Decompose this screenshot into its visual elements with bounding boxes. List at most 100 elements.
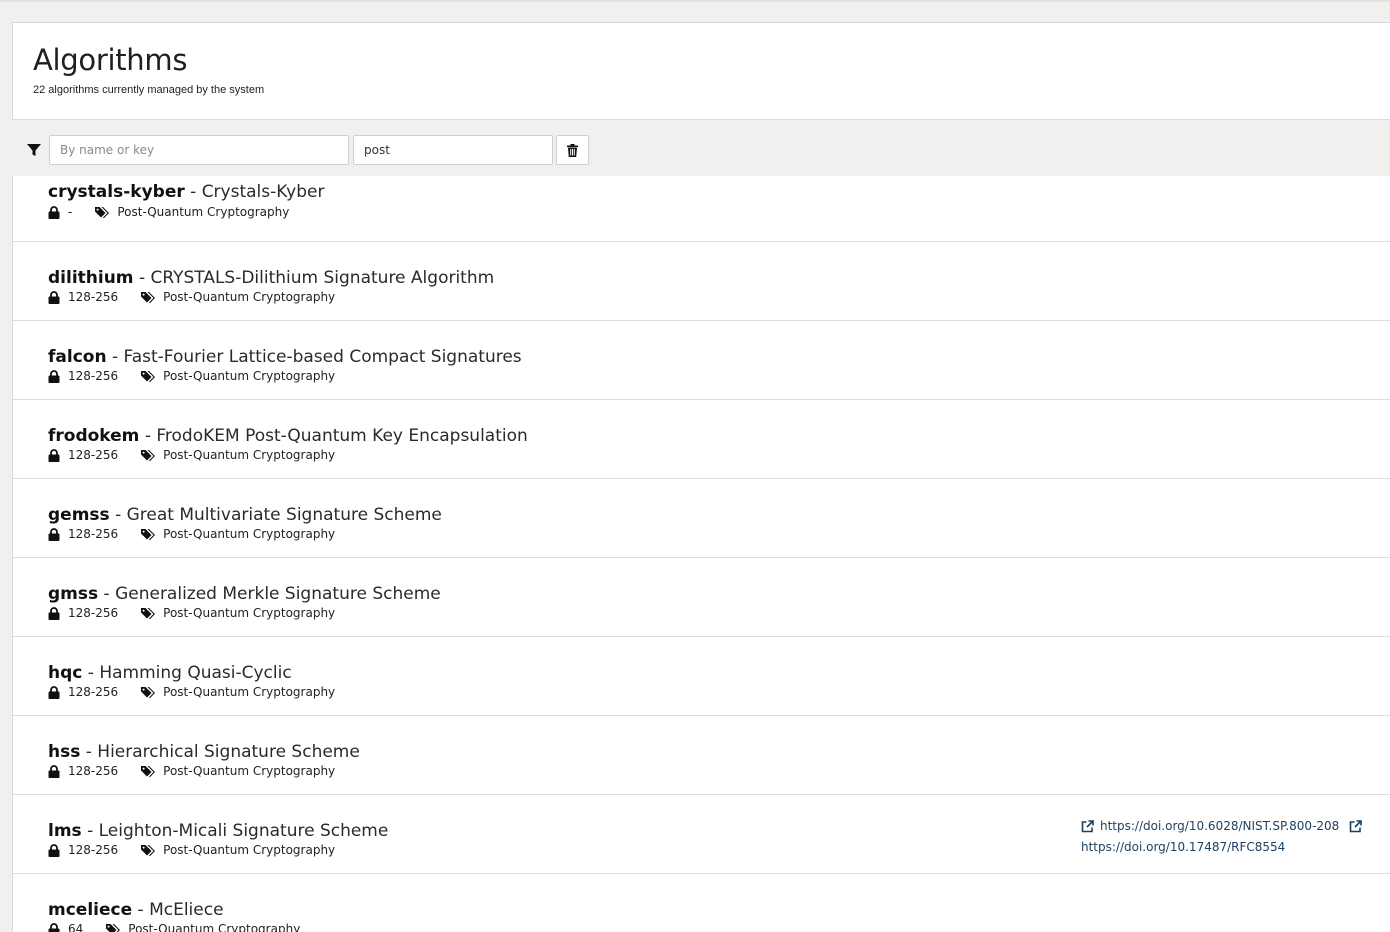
reference-link-text: https://doi.org/10.6028/NIST.SP.800-208 bbox=[1100, 819, 1340, 833]
title-separator: - bbox=[87, 663, 94, 683]
clear-filter-button[interactable] bbox=[556, 135, 589, 165]
algorithm-title: lms - Leighton-Micali Signature Scheme bbox=[48, 821, 388, 841]
algorithm-tags: Post-Quantum Cryptography bbox=[163, 369, 336, 383]
security-strength: 128-256 bbox=[68, 527, 119, 541]
filter-icon bbox=[27, 144, 41, 156]
algorithm-name: FrodoKEM Post-Quantum Key Encapsulation bbox=[156, 426, 528, 446]
title-separator: - bbox=[87, 821, 94, 841]
algorithm-meta: 128-256 Post-Quantum Cryptography bbox=[48, 448, 335, 462]
algorithm-key[interactable]: frodokem bbox=[48, 426, 139, 446]
algorithm-key[interactable]: gemss bbox=[48, 505, 110, 525]
algorithm-key[interactable]: hss bbox=[48, 742, 80, 762]
title-separator: - bbox=[111, 347, 119, 367]
algorithm-title: crystals-kyber - Crystals-Kyber bbox=[48, 182, 324, 202]
lock-icon bbox=[48, 448, 60, 462]
reference-link[interactable]: https://doi.org/10.6028/NIST.SP.800-208 bbox=[1081, 817, 1339, 835]
lock-icon bbox=[48, 527, 60, 541]
algorithm-list: crystals-kyber - Crystals-Kyber - Post-Qua… bbox=[12, 176, 1390, 932]
algorithm-name: CRYSTALS-Dilithium Signature Algorithm bbox=[150, 268, 495, 288]
reference-link[interactable]: https://doi.org/10.17487/RFC8554 bbox=[1081, 838, 1285, 856]
algorithm-row[interactable]: lms - Leighton-Micali Signature Scheme 12… bbox=[13, 795, 1390, 874]
algorithm-key[interactable]: falcon bbox=[48, 347, 107, 367]
lock-icon bbox=[48, 922, 60, 932]
algorithm-title: hqc - Hamming Quasi-Cyclic bbox=[48, 663, 292, 683]
tags-icon bbox=[141, 686, 156, 698]
security-strength: 128-256 bbox=[68, 290, 119, 304]
algorithm-row[interactable]: dilithium - CRYSTALS-Dilithium Signature… bbox=[13, 242, 1390, 321]
title-separator: - bbox=[144, 426, 151, 446]
security-strength: - bbox=[68, 205, 73, 219]
algorithm-title: dilithium - CRYSTALS-Dilithium Signature… bbox=[48, 268, 494, 288]
reference-link-text: https://doi.org/10.17487/RFC8554 bbox=[1081, 839, 1286, 854]
algorithm-row[interactable]: crystals-kyber - Crystals-Kyber - Post-Qua… bbox=[13, 176, 1390, 242]
security-strength: 128-256 bbox=[68, 369, 119, 383]
algorithm-meta: 128-256 Post-Quantum Cryptography bbox=[48, 685, 335, 699]
algorithm-name: McEliece bbox=[149, 900, 224, 920]
tags-icon bbox=[141, 370, 156, 382]
algorithm-title: falcon - Fast-Fourier Lattice-based Comp… bbox=[48, 347, 522, 367]
security-strength: 128-256 bbox=[68, 685, 119, 699]
lock-icon bbox=[48, 606, 60, 620]
algorithm-tags: Post-Quantum Cryptography bbox=[163, 843, 336, 857]
algorithm-title: mceliece - McEliece bbox=[48, 900, 224, 920]
algorithm-meta: 128-256 Post-Quantum Cryptography bbox=[48, 606, 335, 620]
title-separator: - bbox=[103, 584, 110, 604]
algorithm-meta: 128-256 Post-Quantum Cryptography bbox=[48, 527, 335, 541]
tags-icon bbox=[106, 923, 121, 932]
title-separator: - bbox=[85, 742, 92, 762]
algorithm-title: gemss - Great Multivariate Signature Sch… bbox=[48, 505, 442, 525]
algorithm-tags: Post-Quantum Cryptography bbox=[163, 527, 336, 541]
title-separator: - bbox=[115, 505, 122, 525]
algorithm-key[interactable]: crystals-kyber bbox=[48, 182, 185, 202]
algorithm-name: Hamming Quasi-Cyclic bbox=[99, 663, 292, 683]
reference-links: https://doi.org/10.6028/NIST.SP.800-208 … bbox=[1081, 817, 1362, 856]
algorithm-row[interactable]: frodokem - FrodoKEM Post-Quantum Key Enc… bbox=[13, 400, 1390, 479]
algorithm-row[interactable]: mceliece - McEliece 64 Post-Quantum Crypto… bbox=[13, 874, 1390, 932]
algorithm-name: Leighton-Micali Signature Scheme bbox=[98, 821, 389, 841]
page-header: Algorithms 22 algorithms currently manag… bbox=[12, 22, 1390, 120]
algorithm-name: Fast-Fourier Lattice-based Compact Signa… bbox=[123, 347, 522, 367]
tags-icon bbox=[141, 528, 156, 540]
algorithm-name: Crystals-Kyber bbox=[201, 182, 325, 202]
security-strength: 128-256 bbox=[68, 843, 119, 857]
tags-icon bbox=[141, 291, 156, 303]
algorithm-meta: 128-256 Post-Quantum Cryptography bbox=[48, 369, 335, 383]
lock-icon bbox=[48, 764, 60, 778]
algorithm-tags: Post-Quantum Cryptography bbox=[163, 685, 336, 699]
tag-filter-input[interactable] bbox=[353, 135, 553, 165]
tags-icon bbox=[141, 765, 156, 777]
algorithm-key[interactable]: lms bbox=[48, 821, 82, 841]
algorithm-name: Hierarchical Signature Scheme bbox=[97, 742, 360, 762]
algorithm-key[interactable]: gmss bbox=[48, 584, 98, 604]
algorithm-key[interactable]: mceliece bbox=[48, 900, 132, 920]
security-strength: 128-256 bbox=[68, 448, 119, 462]
reference-link[interactable] bbox=[1343, 819, 1362, 833]
filter-bar bbox=[12, 120, 1390, 176]
algorithm-key[interactable]: hqc bbox=[48, 663, 82, 683]
external-link-icon bbox=[1349, 819, 1362, 832]
algorithm-meta: 128-256 Post-Quantum Cryptography bbox=[48, 290, 335, 304]
lock-icon bbox=[48, 290, 60, 304]
trash-icon bbox=[567, 143, 578, 157]
algorithm-row[interactable]: falcon - Fast-Fourier Lattice-based Comp… bbox=[13, 321, 1390, 400]
algorithm-tags: Post-Quantum Cryptography bbox=[128, 922, 301, 932]
security-strength: 64 bbox=[68, 922, 84, 932]
page-title: Algorithms bbox=[33, 43, 188, 77]
algorithm-row[interactable]: gmss - Generalized Merkle Signature Sche… bbox=[13, 558, 1390, 637]
algorithm-tags: Post-Quantum Cryptography bbox=[163, 764, 336, 778]
algorithm-row[interactable]: hss - Hierarchical Signature Scheme 128-2… bbox=[13, 716, 1390, 795]
title-separator: - bbox=[138, 268, 146, 288]
security-strength: 128-256 bbox=[68, 764, 119, 778]
lock-icon bbox=[48, 205, 60, 219]
algorithm-row[interactable]: gemss - Great Multivariate Signature Sch… bbox=[13, 479, 1390, 558]
tags-icon bbox=[95, 206, 110, 218]
algorithm-key[interactable]: dilithium bbox=[48, 268, 134, 288]
security-strength: 128-256 bbox=[68, 606, 119, 620]
algorithm-title: hss - Hierarchical Signature Scheme bbox=[48, 742, 360, 762]
algorithm-tags: Post-Quantum Cryptography bbox=[163, 290, 336, 304]
title-separator: - bbox=[190, 182, 197, 202]
algorithm-row[interactable]: hqc - Hamming Quasi-Cyclic 128-256 Post-Qu… bbox=[13, 637, 1390, 716]
algorithm-meta: - Post-Quantum Cryptography bbox=[48, 205, 289, 219]
name-filter-input[interactable] bbox=[49, 135, 349, 165]
external-link-icon bbox=[1081, 819, 1094, 832]
